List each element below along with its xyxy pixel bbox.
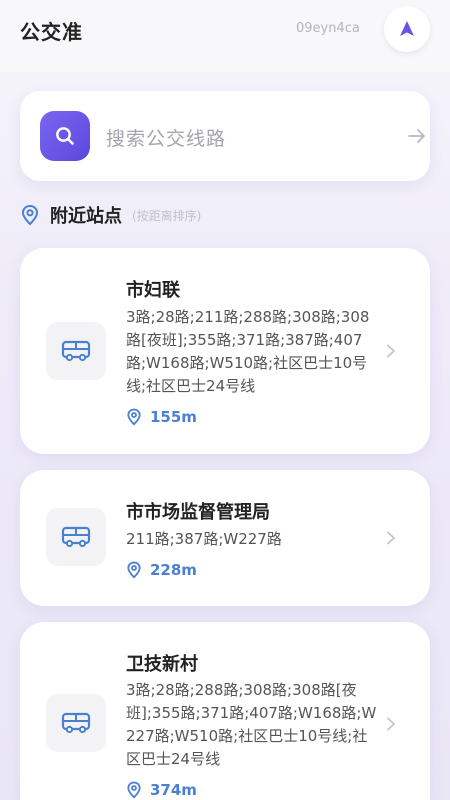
- nearby-stops-header: 附近站点 (按距离排序): [20, 202, 201, 228]
- search-button[interactable]: [40, 111, 90, 161]
- search-bar[interactable]: 搜索公交线路: [20, 91, 430, 181]
- stop-card[interactable]: 市妇联 3路;28路;211路;288路;308路;308路[夜班];355路;…: [20, 248, 430, 454]
- bus-icon: [61, 526, 91, 548]
- search-placeholder: 搜索公交线路: [106, 128, 227, 150]
- location-pin-icon: [127, 408, 141, 426]
- location-pin-icon: [127, 561, 141, 579]
- section-title: 附近站点: [50, 206, 122, 227]
- bus-icon-box: [46, 694, 106, 752]
- app-header: 公交准 09eyn4ca: [0, 0, 450, 72]
- location-pin-icon: [127, 781, 141, 799]
- stop-routes: 3路;28路;288路;308路;308路[夜班];355路;371路;407路…: [126, 681, 377, 768]
- app-title: 公交准: [20, 20, 83, 44]
- stop-name: 市市场监督管理局: [126, 502, 270, 523]
- bus-icon: [61, 340, 91, 362]
- arrow-right-icon: [408, 129, 425, 143]
- navigate-button[interactable]: [384, 6, 430, 52]
- distance-value: 374m: [150, 781, 197, 799]
- chevron-right-icon: [387, 717, 395, 731]
- navigation-arrow-icon: [400, 21, 414, 36]
- stop-name: 卫技新村: [126, 654, 198, 675]
- stop-distance: 228m: [126, 560, 197, 580]
- stop-card[interactable]: 卫技新村 3路;28路;288路;308路;308路[夜班];355路;371路…: [20, 622, 430, 800]
- section-subtitle: (按距离排序): [132, 208, 202, 223]
- bus-icon-box: [46, 508, 106, 566]
- bus-icon: [61, 712, 91, 734]
- stop-routes: 211路;387路;W227路: [126, 530, 282, 548]
- search-icon: [56, 127, 74, 145]
- distance-value: 155m: [150, 408, 197, 426]
- stop-card[interactable]: 市市场监督管理局 211路;387路;W227路 228m: [20, 470, 430, 606]
- location-pin-icon: [21, 204, 39, 226]
- chevron-right-icon: [387, 344, 395, 358]
- bus-icon-box: [46, 322, 106, 380]
- stop-distance: 374m: [126, 780, 197, 800]
- user-id: 09eyn4ca: [296, 21, 360, 36]
- stop-routes: 3路;28路;211路;288路;308路;308路[夜班];355路;371路…: [126, 308, 370, 395]
- stop-distance: 155m: [126, 407, 197, 427]
- distance-value: 228m: [150, 561, 197, 579]
- chevron-right-icon: [387, 531, 395, 545]
- stop-name: 市妇联: [126, 280, 180, 301]
